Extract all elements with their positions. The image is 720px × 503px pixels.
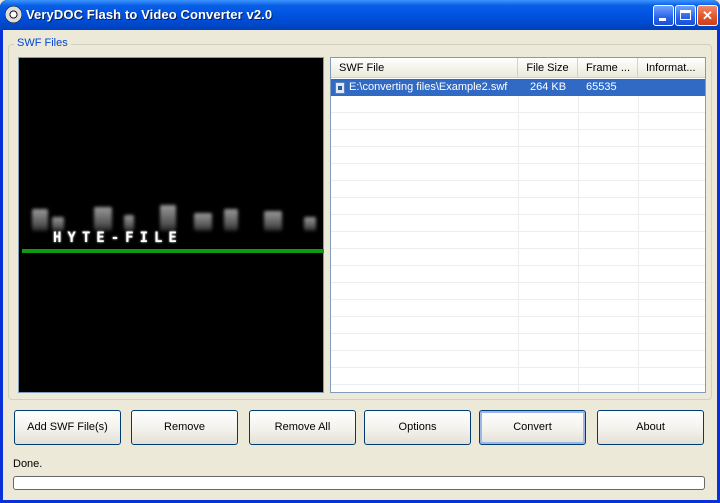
convert-button[interactable]: Convert [479, 410, 586, 445]
add-swf-files-button[interactable]: Add SWF File(s) [14, 410, 121, 445]
column-header-file-size[interactable]: File Size [518, 58, 578, 78]
remove-all-button[interactable]: Remove All [249, 410, 356, 445]
remove-button[interactable]: Remove [131, 410, 238, 445]
minimize-icon [659, 18, 666, 21]
list-body[interactable]: E:\converting files\Example2.swf 264 KB … [331, 79, 705, 392]
table-row[interactable]: E:\converting files\Example2.swf 264 KB … [331, 79, 705, 96]
preview-text: HYTE-FILE [53, 230, 183, 246]
column-header-swf-file[interactable]: SWF File [331, 58, 518, 78]
progress-bar [13, 476, 705, 490]
client-area: SWF Files HYTE-FILE SWF File File Size F… [3, 30, 717, 500]
preview-green-line [22, 249, 324, 253]
list-header: SWF File File Size Frame ... Informat... [331, 58, 705, 78]
status-text: Done. [13, 458, 43, 470]
file-path-cell: E:\converting files\Example2.swf [331, 79, 518, 96]
swf-file-icon [335, 81, 345, 94]
maximize-button[interactable] [675, 5, 696, 26]
file-size-cell: 264 KB [529, 81, 567, 93]
group-label: SWF Files [14, 37, 71, 49]
close-button[interactable]: ✕ [697, 5, 718, 26]
options-button[interactable]: Options [364, 410, 471, 445]
close-icon: ✕ [702, 8, 713, 23]
list-grid [331, 79, 705, 392]
title-bar[interactable]: VeryDOC Flash to Video Converter v2.0 ✕ [0, 0, 720, 30]
maximize-icon [680, 10, 691, 20]
flash-preview: HYTE-FILE [18, 57, 324, 393]
column-header-frames[interactable]: Frame ... [578, 58, 638, 78]
film-reel-icon[interactable] [5, 6, 22, 23]
frames-cell: 65535 [586, 81, 617, 93]
about-button[interactable]: About [597, 410, 704, 445]
minimize-button[interactable] [653, 5, 674, 26]
file-path: E:\converting files\Example2.swf [349, 81, 508, 93]
column-header-information[interactable]: Informat... [638, 58, 705, 78]
window-title: VeryDOC Flash to Video Converter v2.0 [26, 7, 273, 22]
app-window: VeryDOC Flash to Video Converter v2.0 ✕ … [0, 0, 720, 503]
info-cell [638, 79, 705, 96]
swf-file-list[interactable]: SWF File File Size Frame ... Informat...… [330, 57, 706, 393]
